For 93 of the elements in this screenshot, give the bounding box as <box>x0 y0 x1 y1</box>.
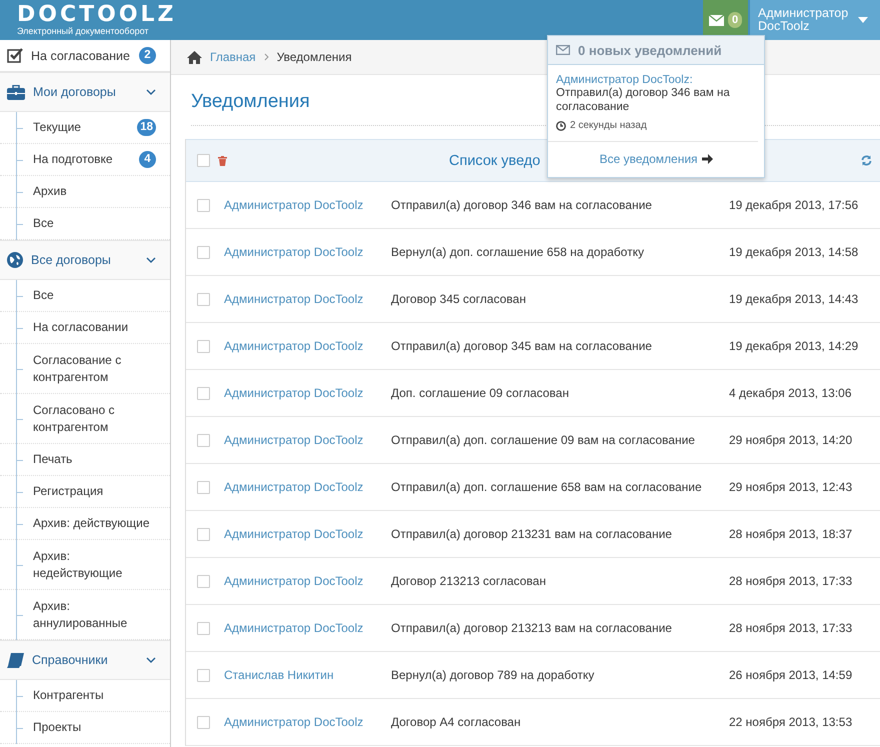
message-text: Договор 213213 согласован <box>391 574 547 588</box>
date-text: 19 декабря 2013, 14:29 <box>729 339 858 353</box>
sidebar-group[interactable]: Мои договоры <box>0 72 170 112</box>
checkbox[interactable] <box>197 292 210 306</box>
dropdown-title: 0 новых уведомлений <box>578 42 722 58</box>
date-text: 29 ноября 2013, 12:43 <box>729 480 852 494</box>
sender-link[interactable]: Администратор DocToolz <box>224 198 391 212</box>
sidebar-item[interactable]: Печать <box>0 444 170 476</box>
date-text: 4 декабря 2013, 13:06 <box>729 386 852 400</box>
count-badge: 2 <box>139 47 156 64</box>
checkbox[interactable] <box>197 198 210 212</box>
sender-link[interactable]: Администратор DocToolz <box>224 480 391 494</box>
message-text: Отправил(а) договор 345 вам на согласование <box>391 339 653 353</box>
sidebar-item[interactable]: Регистрация <box>0 476 170 508</box>
sidebar-item[interactable]: Согласование с контрагентом <box>0 344 170 394</box>
author-link[interactable]: Администратор DocToolz: <box>556 74 750 86</box>
globe-icon <box>7 252 23 268</box>
sender-link[interactable]: Администратор DocToolz <box>224 621 391 635</box>
arrow-icon <box>702 154 713 164</box>
sender-link[interactable]: Администратор DocToolz <box>224 386 391 400</box>
table-title: Список уведо <box>449 152 540 168</box>
sidebar-item[interactable]: Проекты <box>0 712 170 744</box>
date-text: 22 ноября 2013, 13:53 <box>729 715 852 729</box>
checkbox[interactable] <box>197 154 210 167</box>
date-text: 28 ноября 2013, 17:33 <box>729 621 852 635</box>
message-text: Вернул(а) договор 789 на доработку <box>391 668 596 682</box>
briefcase-icon <box>7 84 25 100</box>
message-text: Отправил(а) доп. соглашение 658 вам на согласование <box>391 480 703 494</box>
sidebar-group[interactable]: Все договоры <box>0 240 170 280</box>
date-text: 19 декабря 2013, 14:43 <box>729 292 858 306</box>
count-badge: 18 <box>137 119 156 136</box>
checkbox-tick-icon <box>7 48 23 63</box>
sidebar-item[interactable]: Архив: действующие <box>0 508 170 540</box>
home-icon <box>187 50 202 64</box>
notification-text: Отправил(а) договор 346 вам на согласование <box>556 86 731 114</box>
sender-link[interactable]: Администратор DocToolz <box>224 433 391 447</box>
sidebar-group[interactable]: Справочники <box>0 640 170 680</box>
caret-icon <box>858 17 868 23</box>
sender-link[interactable]: Администратор DocToolz <box>224 715 391 729</box>
sidebar-item[interactable]: Архив <box>0 176 170 208</box>
sidebar-item[interactable]: На подготовке 4 <box>0 144 170 176</box>
chevron-icon <box>146 257 156 263</box>
checkbox[interactable] <box>197 386 210 400</box>
checkbox[interactable] <box>197 480 210 494</box>
checkbox[interactable] <box>197 622 210 634</box>
message-text: Отправил(а) договор 213231 вам на согласование <box>391 527 673 541</box>
sender-link[interactable]: Администратор DocToolz <box>224 292 391 306</box>
message-text: Отправил(а) договор 346 вам на согласование <box>391 198 653 212</box>
checkbox[interactable] <box>197 574 210 588</box>
clock-icon <box>556 120 566 130</box>
message-text: Договор А4 согласован <box>391 715 522 729</box>
sidebar-item[interactable]: Все <box>0 280 170 312</box>
checkbox[interactable] <box>197 716 210 728</box>
date-text: 19 декабря 2013, 14:58 <box>729 245 858 259</box>
sidebar-item[interactable]: Архив: недействующие <box>0 540 170 590</box>
tagline: Электронный документооборот <box>17 26 149 36</box>
message-text: Доп. соглашение 09 согласован <box>391 386 570 400</box>
checkbox[interactable] <box>197 246 210 258</box>
checkbox[interactable] <box>197 668 210 682</box>
sidebar-item[interactable]: Согласовано с контрагентом <box>0 394 170 444</box>
checkbox[interactable] <box>197 434 210 446</box>
sender-link[interactable]: Станислав Никитин <box>224 668 391 682</box>
sender-link[interactable]: Администратор DocToolz <box>224 574 391 588</box>
date-text: 29 ноября 2013, 14:20 <box>729 433 852 447</box>
sidebar-item[interactable]: Контрагенты <box>0 680 170 712</box>
chevron-icon <box>264 53 269 61</box>
sender-link[interactable]: Администратор DocToolz <box>224 527 391 541</box>
message-text: Договор 345 согласован <box>391 292 527 306</box>
count-badge: 4 <box>139 151 156 168</box>
message-text: Вернул(а) доп. соглашение 658 на доработку <box>391 245 645 259</box>
message-text: Отправил(а) доп. соглашение 09 вам на согласование <box>391 433 696 447</box>
trash-icon[interactable] <box>218 156 227 166</box>
envelope-icon <box>708 14 724 26</box>
all-notifications-link[interactable]: Все уведомления <box>599 152 713 166</box>
sidebar-item[interactable]: На согласовании <box>0 312 170 344</box>
date-text: 28 ноября 2013, 17:33 <box>729 574 852 588</box>
chevron-icon <box>146 657 156 663</box>
message-text: Отправил(а) договор 213213 вам на согласование <box>391 621 673 635</box>
breadcrumb-current: Уведомления <box>276 50 352 64</box>
date-text: 28 ноября 2013, 18:37 <box>729 527 852 541</box>
logo[interactable]: DOCTOOLZ <box>17 4 176 26</box>
date-text: 26 ноября 2013, 14:59 <box>729 668 852 682</box>
date-text: 19 декабря 2013, 17:56 <box>729 198 858 212</box>
sender-link[interactable]: Администратор DocToolz <box>224 339 391 353</box>
envelope-icon <box>556 45 570 55</box>
count-badge: 0 <box>728 12 742 28</box>
checkbox[interactable] <box>197 528 210 540</box>
sidebar-item[interactable]: Текущие 18 <box>0 112 170 144</box>
chevron-icon <box>146 89 156 95</box>
refresh-icon[interactable] <box>861 155 872 166</box>
breadcrumb-link[interactable]: Главная <box>210 50 256 64</box>
sender-link[interactable]: Администратор DocToolz <box>224 245 391 259</box>
checkbox[interactable] <box>197 340 210 352</box>
